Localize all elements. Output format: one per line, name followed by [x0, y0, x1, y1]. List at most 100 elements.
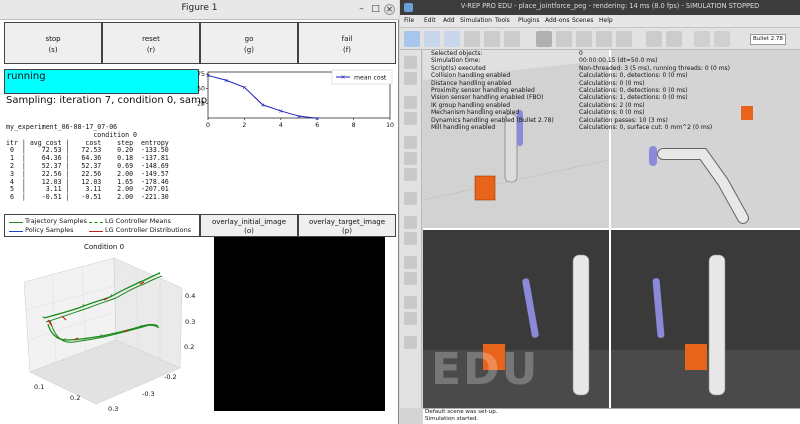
x-tick-label: 4	[279, 122, 283, 129]
mean-cost-point: ×	[224, 77, 229, 84]
mean-cost-point: ×	[296, 113, 301, 120]
mean-cost-point: ×	[315, 115, 320, 122]
info-value: Non-threaded: 3 (5 ms), running threads:…	[579, 64, 731, 72]
ik-icon[interactable]	[404, 256, 417, 269]
menu-tools[interactable]: Tools	[495, 17, 510, 24]
go-button[interactable]: go (g)	[200, 22, 298, 64]
camera-light-icon[interactable]	[404, 312, 417, 325]
info-key: IK group handling enabled	[431, 101, 511, 109]
object-rotate-icon[interactable]	[576, 31, 592, 47]
y-tick-0: -0.2	[164, 373, 177, 381]
close-icon[interactable]: ✕	[384, 4, 395, 15]
legend-swatch-lg-means	[89, 222, 103, 223]
control-buttons: stop (s) reset (r) go (g) fail (f)	[4, 22, 396, 64]
go-key: (g)	[244, 46, 254, 54]
model-browser-icon[interactable]	[404, 56, 417, 69]
transfer-dna-icon[interactable]	[616, 31, 632, 47]
object-shift-icon[interactable]	[556, 31, 572, 47]
menu-add[interactable]: Add	[443, 17, 455, 24]
legend-marker-icon: ×	[340, 74, 345, 81]
info-key: Mechanism handling enabled	[431, 109, 520, 117]
info-value: Calculations: 0, detections: 0 (0 ms)	[579, 72, 688, 80]
calc-module-icon[interactable]	[404, 112, 417, 125]
overlay-target-label: overlay_target_image	[308, 218, 386, 226]
mirror-icon[interactable]	[404, 336, 417, 349]
sensors-icon[interactable]	[404, 296, 417, 309]
overlay-target-image-button[interactable]: overlay_target_image (p)	[298, 214, 396, 237]
status-indicator: running	[4, 69, 199, 94]
overlay-initial-label: overlay_initial_image	[211, 218, 287, 226]
legend-lg-dist: LG Controller Distributions	[105, 226, 192, 234]
fit-icon[interactable]	[504, 31, 520, 47]
overlay-initial-image-button[interactable]: overlay_initial_image (o)	[200, 214, 298, 237]
camera-icon[interactable]	[484, 31, 500, 47]
figure-window: Figure 1 – □ ✕ stop (s) reset (r) go (g)…	[0, 0, 399, 424]
menu-file[interactable]: File	[404, 17, 414, 24]
x-tick-label: 2	[242, 122, 246, 129]
menu-help[interactable]: Help	[599, 17, 613, 24]
experiment-log: my_experiment_06-08-17_07-06 condition 0…	[6, 123, 169, 202]
zoom-icon[interactable]	[464, 31, 480, 47]
script-icon[interactable]	[404, 136, 417, 149]
status-line-1: Simulation started.	[425, 416, 479, 423]
menu-scenes[interactable]: Scenes	[572, 17, 593, 24]
object-properties-icon[interactable]	[404, 96, 417, 109]
collection-icon[interactable]	[404, 152, 417, 165]
info-key: Distance handling enabled	[431, 79, 512, 87]
info-value: Calculations: 0 (0 ms)	[579, 79, 645, 87]
stop-key: (s)	[48, 46, 58, 54]
minimize-icon[interactable]: –	[356, 4, 367, 15]
info-value: Calculation passes: 10 (3 ms)	[579, 116, 668, 124]
target-cube-4	[685, 344, 707, 370]
robot-arm-4	[708, 254, 726, 396]
rotate-icon[interactable]	[424, 31, 440, 47]
legend-series-label: mean cost	[354, 74, 387, 81]
scene-hierarchy-icon[interactable]	[404, 72, 417, 85]
mean-cost-point: ×	[278, 108, 283, 115]
fail-button[interactable]: fail (f)	[298, 22, 396, 64]
edu-watermark: EDU	[431, 344, 540, 395]
vrep-toolbar: Bullet 2.78	[400, 28, 800, 50]
trajectory-3d-plot: Condition 0 *** *** ** * 0.4 0.3 0.2 -0.2…	[23, 243, 195, 413]
vrep-window: V-REP PRO EDU - place_jointforce_peg - r…	[400, 0, 800, 424]
info-value: Calculations: 0, surface cut: 0 mm^2 (0 …	[579, 123, 713, 131]
menu-plugins[interactable]: Plugins	[518, 17, 540, 24]
dynamics-toggle-icon[interactable]	[694, 31, 710, 47]
fail-key: (f)	[343, 46, 351, 54]
paths-icon[interactable]	[404, 216, 417, 229]
z-tick-1: 0.3	[185, 318, 195, 326]
assemble-icon[interactable]	[596, 31, 612, 47]
menu-simulation[interactable]: Simulation	[460, 17, 492, 24]
reset-button[interactable]: reset (r)	[102, 22, 200, 64]
mean-cost-point: ×	[205, 73, 210, 80]
shift-icon[interactable]	[444, 31, 460, 47]
pan-icon[interactable]	[404, 31, 420, 47]
engine-icon[interactable]	[714, 31, 730, 47]
stop-button[interactable]: stop (s)	[4, 22, 102, 64]
scene-viewport[interactable]: Selected objects: 0 Simulation time: 00:00:…	[423, 50, 800, 408]
figure-titlebar: Figure 1 – □ ✕	[0, 0, 399, 20]
robot-arm-1	[504, 113, 518, 183]
mean-cost-point: ×	[260, 102, 265, 109]
maximize-icon[interactable]: □	[370, 4, 381, 15]
mean-cost-point: ×	[242, 84, 247, 91]
physics-engine-select[interactable]: Bullet 2.78	[750, 34, 786, 45]
info-key: Mill handling enabled	[431, 123, 496, 131]
layers-icon[interactable]	[404, 192, 417, 205]
info-key: Vision sensor handling enabled (FBO)	[431, 94, 544, 102]
info-key: Dynamics handling enabled (Bullet 2.78)	[431, 116, 554, 124]
go-label: go	[244, 35, 254, 43]
graphs-icon[interactable]	[404, 232, 417, 245]
redo-icon[interactable]	[666, 31, 682, 47]
menu-edit[interactable]: Edit	[424, 17, 436, 24]
fail-label: fail	[341, 35, 353, 43]
peg-2	[649, 146, 657, 166]
menu-addons[interactable]: Add-ons	[545, 17, 570, 24]
dynamics-icon[interactable]	[404, 272, 417, 285]
info-value: 0	[579, 50, 583, 57]
select-icon[interactable]	[536, 31, 552, 47]
vrep-menubar: File Edit Add Simulation Tools Plugins A…	[400, 15, 800, 28]
undo-icon[interactable]	[646, 31, 662, 47]
target-cube-2	[741, 106, 753, 120]
selection-icon[interactable]	[404, 168, 417, 181]
